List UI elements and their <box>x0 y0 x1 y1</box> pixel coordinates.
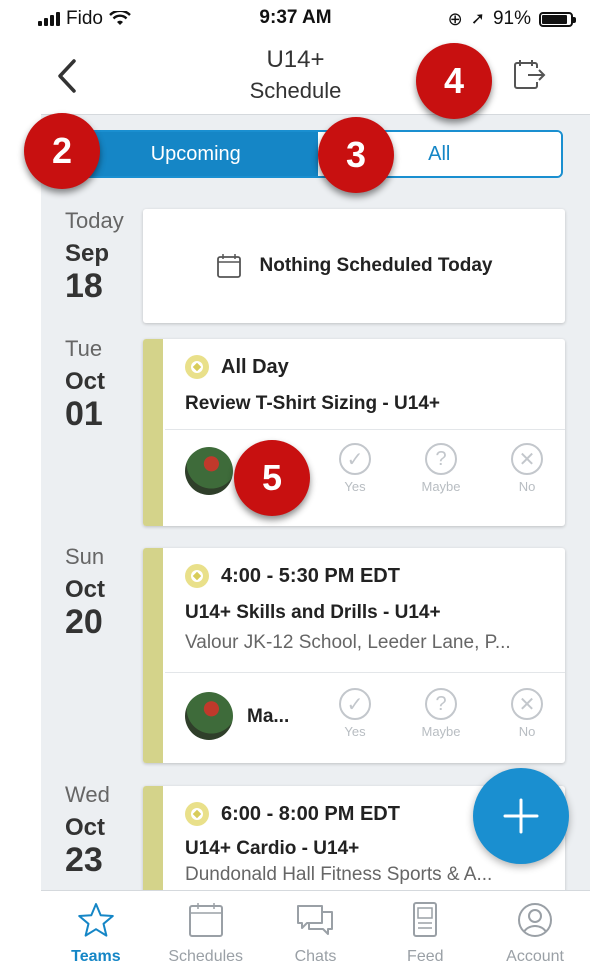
annotation-badge: 5 <box>234 440 310 516</box>
chat-icon <box>297 905 334 935</box>
event-title: Review T-Shirt Sizing - U14+ <box>185 393 440 414</box>
member-name: Ma... <box>247 706 290 727</box>
plus-icon <box>503 798 539 834</box>
close-icon: ✕ <box>511 443 543 475</box>
date-label: Tue Oct 01 <box>65 336 106 433</box>
date-label: Sun Oct 20 <box>65 544 106 641</box>
account-icon <box>518 903 553 937</box>
event-color-stripe <box>143 786 163 906</box>
empty-message: Nothing Scheduled Today <box>259 255 493 276</box>
date-label: Today Sep 18 <box>65 208 124 305</box>
tab-upcoming[interactable]: Upcoming <box>74 132 318 176</box>
rsvp-maybe-button[interactable]: ? Maybe <box>413 443 469 494</box>
event-color-stripe <box>143 339 163 526</box>
nav-header: U14+ Schedule <box>0 38 591 114</box>
event-time: 4:00 - 5:30 PM EDT <box>221 564 400 587</box>
rsvp-yes-button[interactable]: ✓ Yes <box>327 443 383 494</box>
battery-icon <box>539 11 576 27</box>
question-icon: ? <box>425 688 457 720</box>
empty-day-card: Nothing Scheduled Today <box>143 209 565 323</box>
feed-icon <box>413 902 438 937</box>
tab-bar: Teams Schedules Chats Feed Account <box>41 890 590 970</box>
battery-percent: 91% <box>492 8 531 29</box>
event-location: Valour JK-12 School, Leeder Lane, P... <box>185 632 511 653</box>
check-icon: ✓ <box>339 443 371 475</box>
avatar <box>185 692 233 740</box>
export-calendar-icon[interactable] <box>512 58 546 92</box>
soccer-ball-icon <box>185 802 209 826</box>
page-title: Schedule <box>249 78 342 103</box>
event-time: 6:00 - 8:00 PM EDT <box>221 802 400 825</box>
annotation-badge: 2 <box>24 113 100 189</box>
soccer-ball-icon <box>185 564 209 588</box>
check-icon: ✓ <box>339 688 371 720</box>
rsvp-no-button[interactable]: ✕ No <box>499 688 555 739</box>
rotation-lock-icon: ⊕ <box>447 8 463 29</box>
annotation-badge: 3 <box>318 117 394 193</box>
calendar-icon <box>216 254 241 278</box>
date-label: Wed Oct 23 <box>65 782 110 879</box>
divider <box>165 429 565 430</box>
event-card[interactable]: 4:00 - 5:30 PM EDT U14+ Skills and Drill… <box>143 548 565 763</box>
soccer-ball-icon <box>185 355 209 379</box>
event-location: Dundonald Hall Fitness Sports & A... <box>185 864 493 885</box>
tab-chats[interactable]: Chats <box>261 891 371 970</box>
event-time: All Day <box>221 355 289 378</box>
divider <box>165 672 565 673</box>
tab-schedules[interactable]: Schedules <box>151 891 261 970</box>
event-color-stripe <box>143 548 163 763</box>
tab-account[interactable]: Account <box>480 891 590 970</box>
star-icon <box>78 903 114 937</box>
rsvp-maybe-button[interactable]: ? Maybe <box>413 688 469 739</box>
tab-feed[interactable]: Feed <box>370 891 480 970</box>
rsvp-row: Ma... ✓ Yes ? Maybe ✕ No <box>185 680 555 750</box>
event-title: U14+ Skills and Drills - U14+ <box>185 602 441 623</box>
calendar-icon <box>188 903 223 937</box>
location-icon: ➚ <box>470 9 485 28</box>
status-bar: Fido 9:37 AM ⊕ ➚ 91% <box>0 0 591 38</box>
annotation-badge: 4 <box>416 43 492 119</box>
rsvp-no-button[interactable]: ✕ No <box>499 443 555 494</box>
close-icon: ✕ <box>511 688 543 720</box>
avatar <box>185 447 233 495</box>
team-title: U14+ <box>266 46 325 73</box>
event-card[interactable]: All Day Review T-Shirt Sizing - U14+ ✓ Ye… <box>143 339 565 526</box>
rsvp-yes-button[interactable]: ✓ Yes <box>327 688 383 739</box>
add-event-button[interactable] <box>473 768 569 864</box>
question-icon: ? <box>425 443 457 475</box>
tab-teams[interactable]: Teams <box>41 891 151 970</box>
